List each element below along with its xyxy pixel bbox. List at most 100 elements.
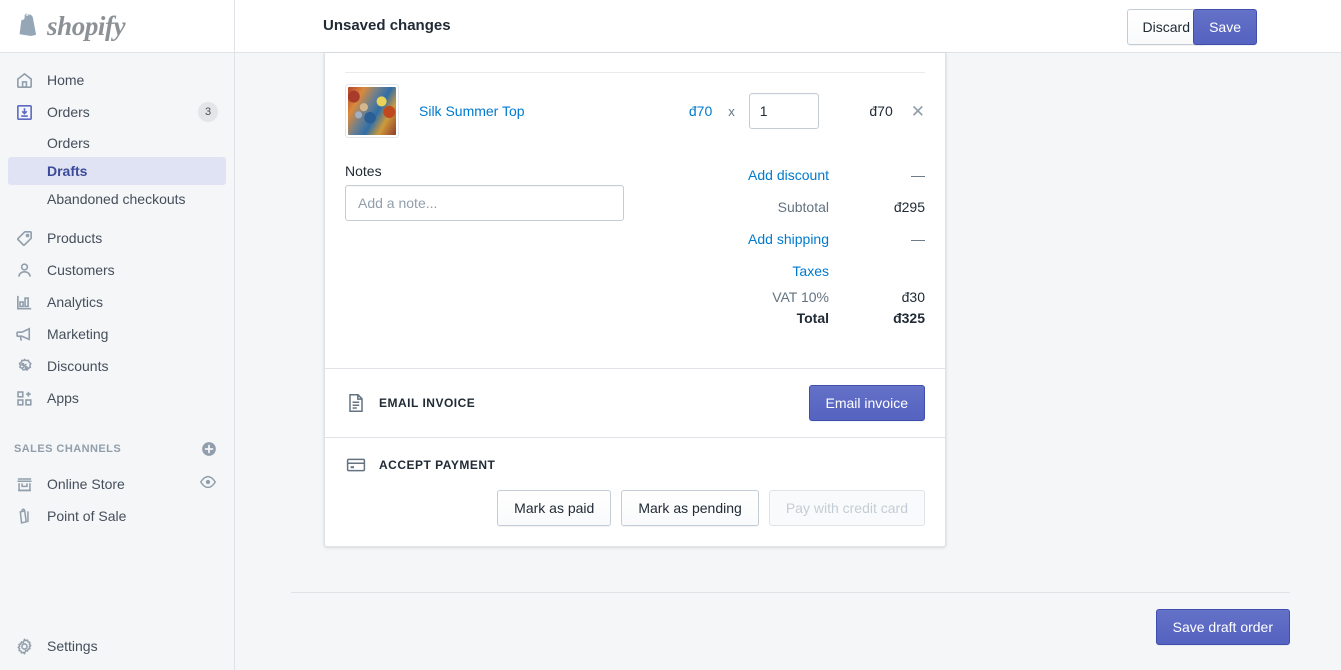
sidebar-item-label: Orders	[47, 104, 90, 120]
email-invoice-title: EMAIL INVOICE	[379, 396, 476, 410]
subtotal-label: Subtotal	[777, 199, 829, 215]
document-icon	[345, 392, 367, 414]
sidebar: shopify Home Orders 3 Orders Drafts Aban…	[0, 0, 235, 670]
sidebar-item-label: Analytics	[47, 294, 104, 310]
notes-input[interactable]	[345, 185, 624, 221]
sidebar-item-label: Home	[47, 72, 85, 88]
sidebar-item-label: Products	[47, 230, 103, 246]
subtotal-value: đ295	[893, 199, 925, 215]
subnav-label: Drafts	[47, 163, 88, 179]
products-tag-icon	[14, 228, 34, 248]
totals-row-shipping: Add shipping —	[665, 231, 925, 263]
sales-channels-header: SALES CHANNELS	[8, 436, 226, 462]
home-icon	[14, 70, 34, 90]
shopify-bag-icon	[19, 13, 37, 36]
analytics-bars-icon	[14, 292, 34, 312]
pay-with-credit-card-button: Pay with credit card	[768, 490, 925, 526]
topbar: Unsaved changes Discard Save	[235, 0, 1341, 53]
sidebar-subitem-drafts[interactable]: Drafts	[8, 157, 226, 185]
marketing-megaphone-icon	[14, 324, 34, 344]
notes-label: Notes	[345, 163, 382, 179]
sidebar-item-label: Customers	[47, 262, 115, 278]
orders-subnav: Orders Drafts Abandoned checkouts	[0, 129, 234, 213]
line-item-row: Silk Summer Top đ70 x đ70 ✕	[325, 73, 945, 149]
mark-as-pending-button[interactable]: Mark as pending	[621, 490, 759, 526]
vat-value: đ30	[901, 289, 925, 305]
orders-count-badge: 3	[198, 102, 218, 122]
discount-value: —	[911, 167, 925, 183]
sidebar-subitem-orders[interactable]: Orders	[8, 129, 226, 157]
product-name-link[interactable]: Silk Summer Top	[419, 103, 525, 119]
shipping-value: —	[911, 231, 925, 247]
accept-payment-section: ACCEPT PAYMENT Mark as paid Mark as pend…	[325, 438, 945, 546]
shopify-wordmark: shopify	[47, 10, 126, 41]
point-of-sale-icon	[14, 506, 34, 526]
quantity-input[interactable]	[748, 93, 819, 129]
discounts-percent-icon	[14, 356, 34, 376]
totals-row-discount: Add discount —	[665, 167, 925, 199]
primary-nav: Home Orders 3 Orders Drafts Abandoned ch…	[0, 53, 234, 532]
subnav-label: Orders	[47, 135, 90, 151]
email-invoice-button[interactable]: Email invoice	[808, 385, 925, 421]
online-store-icon	[14, 474, 34, 494]
multiply-symbol: x	[728, 103, 735, 119]
sidebar-item-label: Online Store	[47, 476, 125, 492]
add-shipping-link[interactable]: Add shipping	[748, 231, 829, 247]
main-content: Silk Summer Top đ70 x đ70 ✕ Notes Add di…	[235, 53, 1341, 670]
save-button[interactable]: Save	[1193, 9, 1257, 45]
notes-section: Notes	[345, 163, 625, 346]
payment-buttons: Mark as paid Mark as pending Pay with cr…	[345, 490, 925, 526]
order-totals: Add discount — Subtotal đ295 Add shippin…	[665, 163, 925, 346]
draft-order-card: Silk Summer Top đ70 x đ70 ✕ Notes Add di…	[324, 53, 946, 547]
add-discount-link[interactable]: Add discount	[748, 167, 829, 183]
sidebar-subitem-abandoned-checkouts[interactable]: Abandoned checkouts	[8, 185, 226, 213]
sidebar-item-online-store[interactable]: Online Store	[8, 468, 226, 500]
sales-channels-title: SALES CHANNELS	[14, 443, 122, 455]
product-unit-price[interactable]: đ70	[689, 103, 712, 119]
footer-divider	[291, 592, 1290, 593]
close-icon[interactable]: ✕	[911, 103, 925, 120]
total-label: Total	[796, 310, 829, 326]
sidebar-item-point-of-sale[interactable]: Point of Sale	[8, 500, 226, 532]
plus-circle-icon[interactable]	[200, 440, 218, 458]
product-thumbnail-image	[348, 87, 396, 135]
gear-icon	[14, 636, 34, 656]
orders-icon	[14, 102, 34, 122]
total-value: đ325	[893, 310, 925, 326]
mark-as-paid-button[interactable]: Mark as paid	[497, 490, 612, 526]
eye-icon[interactable]	[199, 475, 217, 493]
totals-row-vat: VAT 10% đ30	[665, 289, 925, 310]
notes-and-totals: Notes Add discount — Subtotal đ295 Add s…	[325, 149, 945, 368]
subnav-label: Abandoned checkouts	[47, 191, 186, 207]
product-thumbnail	[345, 84, 399, 138]
sidebar-item-orders[interactable]: Orders 3	[8, 96, 226, 128]
sidebar-item-products[interactable]: Products	[8, 222, 226, 254]
email-invoice-section: EMAIL INVOICE Email invoice	[325, 369, 945, 437]
vat-label: VAT 10%	[772, 289, 829, 305]
sidebar-item-customers[interactable]: Customers	[8, 254, 226, 286]
sidebar-item-label: Settings	[47, 638, 98, 654]
shopify-admin-page: shopify Home Orders 3 Orders Drafts Aban…	[0, 0, 1341, 670]
sidebar-item-apps[interactable]: Apps	[8, 382, 226, 414]
sidebar-item-analytics[interactable]: Analytics	[8, 286, 226, 318]
apps-grid-plus-icon	[14, 388, 34, 408]
totals-row-total: Total đ325	[665, 310, 925, 346]
accept-payment-header: ACCEPT PAYMENT	[345, 454, 925, 476]
credit-card-icon	[345, 454, 367, 476]
sidebar-item-settings[interactable]: Settings	[8, 630, 227, 662]
customers-person-icon	[14, 260, 34, 280]
sidebar-item-label: Point of Sale	[47, 508, 127, 524]
accept-payment-title: ACCEPT PAYMENT	[379, 458, 496, 472]
taxes-link[interactable]: Taxes	[792, 263, 829, 279]
sidebar-item-discounts[interactable]: Discounts	[8, 350, 226, 382]
totals-row-subtotal: Subtotal đ295	[665, 199, 925, 231]
sidebar-item-label: Apps	[47, 390, 79, 406]
sidebar-item-home[interactable]: Home	[8, 64, 226, 96]
settings-row: Settings	[0, 630, 235, 662]
sidebar-item-label: Marketing	[47, 326, 109, 342]
line-item-total: đ70	[869, 103, 893, 119]
save-draft-order-button[interactable]: Save draft order	[1155, 609, 1290, 645]
sidebar-item-marketing[interactable]: Marketing	[8, 318, 226, 350]
shopify-logo[interactable]: shopify	[0, 0, 234, 53]
sidebar-item-label: Discounts	[47, 358, 109, 374]
